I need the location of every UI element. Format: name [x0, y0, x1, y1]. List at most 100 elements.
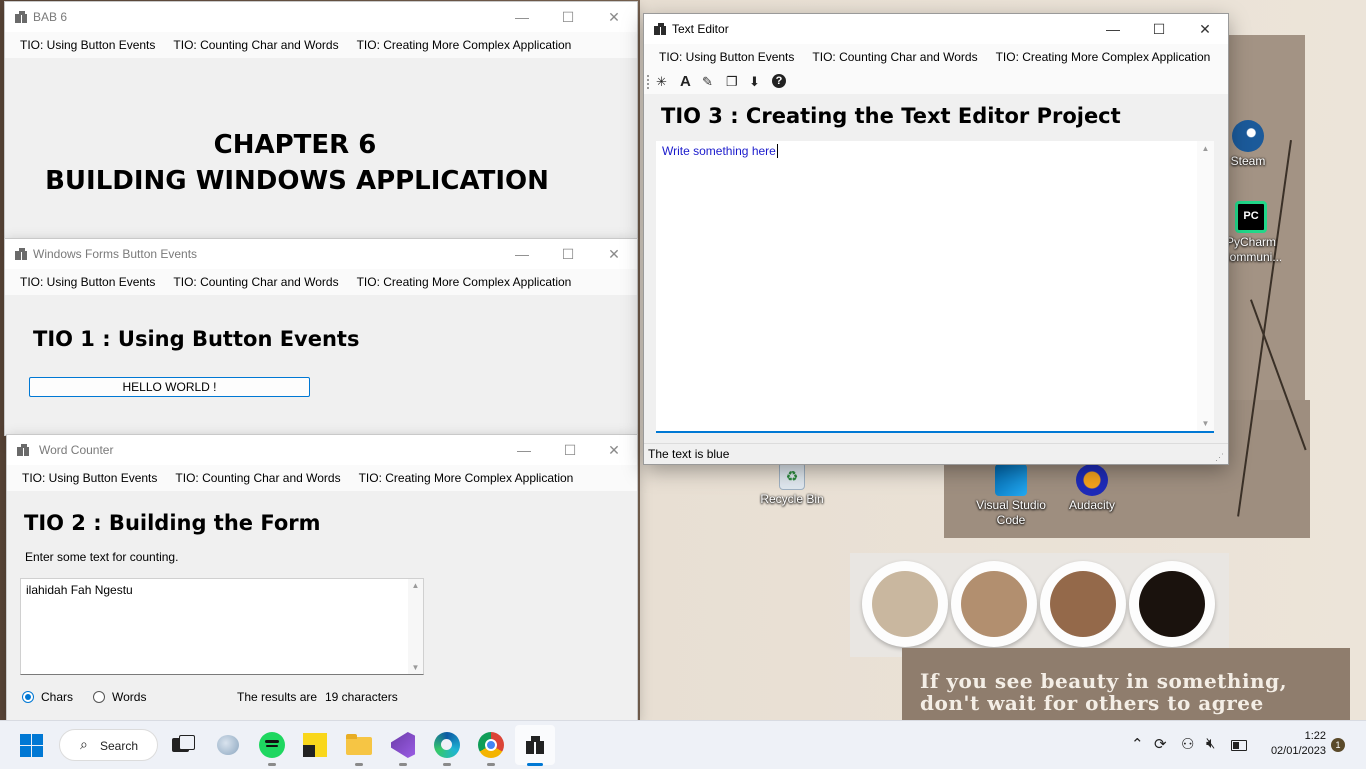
network-icon[interactable]: ⚇ — [1181, 735, 1194, 753]
visual-studio-icon[interactable] — [387, 729, 419, 761]
title-bar[interactable]: BAB 6 — ☐ ✕ — [5, 2, 637, 32]
clock[interactable]: 1:22 02/01/2023 — [1258, 729, 1326, 759]
menu-item-counting[interactable]: TIO: Counting Char and Words — [164, 275, 347, 289]
results-label: The results are — [237, 690, 318, 704]
tio3-heading: TIO 3 : Creating the Text Editor Project — [661, 104, 1121, 128]
desktop-icon-recycle-bin[interactable]: ♻ Recycle Bin — [754, 462, 830, 507]
clock-time: 1:22 — [1304, 730, 1326, 742]
volume-muted-icon[interactable]: 🔇︎ — [1206, 735, 1215, 752]
vertical-scrollbar[interactable]: ▲ ▼ — [1197, 141, 1214, 431]
chrome-icon[interactable] — [475, 729, 507, 761]
active-app-highlight[interactable] — [515, 725, 555, 766]
menu-item-button-events[interactable]: TIO: Using Button Events — [11, 38, 164, 52]
chevron-up-icon[interactable]: ⌃ — [1131, 735, 1144, 753]
notification-badge[interactable]: 1 — [1331, 738, 1345, 752]
running-indicator — [268, 763, 276, 766]
search-label: Search — [100, 739, 139, 753]
close-button[interactable]: ✕ — [591, 239, 637, 269]
chapter-heading-line2: BUILDING WINDOWS APPLICATION — [45, 166, 549, 196]
active-indicator — [527, 763, 543, 766]
title-bar[interactable]: Text Editor — ☐ ✕ — [644, 14, 1228, 44]
radio-words-indicator[interactable] — [93, 691, 105, 703]
menu-bar: TIO: Using Button Events TIO: Counting C… — [5, 32, 637, 58]
menu-item-complex-app[interactable]: TIO: Creating More Complex Application — [348, 38, 581, 52]
close-button[interactable]: ✕ — [1182, 14, 1228, 44]
window-title: Word Counter — [39, 443, 114, 457]
sticky-notes-icon[interactable] — [299, 729, 331, 761]
vscode-icon — [995, 464, 1027, 496]
minimize-button[interactable]: — — [499, 2, 545, 32]
desktop-icon-label: Audacity — [1068, 498, 1116, 512]
maximize-button[interactable]: ☐ — [545, 239, 591, 269]
menu-item-complex-app[interactable]: TIO: Creating More Complex Application — [987, 50, 1220, 64]
radio-chars-indicator[interactable] — [22, 691, 34, 703]
scroll-up-arrow-icon[interactable]: ▲ — [408, 581, 423, 590]
resize-grip-icon[interactable]: ⋰ — [1215, 452, 1225, 462]
desktop-icon-vscode[interactable]: Visual Studio Code — [972, 464, 1050, 528]
file-explorer-icon[interactable] — [343, 729, 375, 761]
help-icon[interactable]: ? — [772, 74, 786, 88]
hello-world-button[interactable]: HELLO WORLD ! — [29, 377, 310, 397]
maximize-button[interactable]: ☐ — [1136, 14, 1182, 44]
desktop-icon-label: PyCharm Communi... — [1221, 235, 1281, 264]
widgets-icon[interactable] — [213, 729, 245, 761]
start-windows-icon[interactable] — [20, 734, 44, 758]
toolbar-grip[interactable] — [647, 75, 651, 89]
maximize-button[interactable]: ☐ — [547, 435, 593, 465]
menu-bar: TIO: Using Button Events TIO: Counting C… — [7, 465, 637, 491]
steam-icon — [1232, 120, 1264, 152]
download-icon[interactable]: ⬇ — [749, 74, 763, 90]
close-button[interactable]: ✕ — [591, 435, 637, 465]
spotify-icon[interactable] — [256, 729, 288, 761]
tio2-heading: TIO 2 : Building the Form — [24, 511, 321, 535]
count-text-value: ilahidah Fah Ngestu — [26, 583, 133, 597]
sync-icon[interactable]: ⟳ — [1154, 735, 1167, 753]
minimize-button[interactable]: — — [499, 239, 545, 269]
menu-item-button-events[interactable]: TIO: Using Button Events — [11, 275, 164, 289]
battery-icon[interactable] — [1231, 740, 1247, 751]
menu-item-counting[interactable]: TIO: Counting Char and Words — [803, 50, 986, 64]
running-indicator — [487, 763, 495, 766]
results-value: 19 characters — [325, 690, 398, 704]
app-window-icon — [17, 444, 29, 456]
close-button[interactable]: ✕ — [591, 2, 637, 32]
menu-item-complex-app[interactable]: TIO: Creating More Complex Application — [350, 471, 583, 485]
edge-icon[interactable] — [431, 729, 463, 761]
title-bar[interactable]: Word Counter — ☐ ✕ — [7, 435, 637, 465]
copy-format-icon[interactable]: ❐ — [726, 74, 740, 90]
new-file-icon[interactable]: ✳ — [656, 74, 670, 90]
menu-item-counting[interactable]: TIO: Counting Char and Words — [166, 471, 349, 485]
window-button-events: Windows Forms Button Events — ☐ ✕ TIO: U… — [5, 239, 637, 435]
scroll-down-arrow-icon[interactable]: ▼ — [1197, 419, 1214, 428]
audacity-icon — [1076, 464, 1108, 496]
color-picker-icon[interactable]: ✎ — [702, 74, 716, 90]
editor-text-area[interactable]: Write something here ▲ ▼ — [656, 141, 1214, 433]
minimize-button[interactable]: — — [1090, 14, 1136, 44]
maximize-button[interactable]: ☐ — [545, 2, 591, 32]
status-text: The text is blue — [648, 447, 730, 461]
menu-item-counting[interactable]: TIO: Counting Char and Words — [164, 38, 347, 52]
scroll-up-arrow-icon[interactable]: ▲ — [1197, 144, 1214, 153]
taskbar-search[interactable]: ⌕ Search — [59, 729, 158, 761]
count-text-area[interactable]: ilahidah Fah Ngestu ▲ ▼ — [20, 578, 424, 675]
font-icon[interactable]: A — [680, 74, 694, 90]
winforms-app-icon — [526, 736, 544, 754]
running-indicator — [355, 763, 363, 766]
window-text-editor: Text Editor — ☐ ✕ TIO: Using Button Even… — [644, 14, 1228, 464]
window-word-counter: Word Counter — ☐ ✕ TIO: Using Button Eve… — [7, 435, 637, 720]
menu-item-button-events[interactable]: TIO: Using Button Events — [650, 50, 803, 64]
minimize-button[interactable]: — — [501, 435, 547, 465]
menu-bar: TIO: Using Button Events TIO: Counting C… — [644, 44, 1228, 70]
menu-item-button-events[interactable]: TIO: Using Button Events — [13, 471, 166, 485]
task-view-icon[interactable] — [169, 729, 201, 761]
radio-chars-label: Chars — [41, 690, 74, 704]
scroll-down-arrow-icon[interactable]: ▼ — [408, 663, 423, 672]
title-bar[interactable]: Windows Forms Button Events — ☐ ✕ — [5, 239, 637, 269]
desktop-icon-audacity[interactable]: Audacity — [1054, 464, 1130, 513]
menu-item-complex-app[interactable]: TIO: Creating More Complex Application — [348, 275, 581, 289]
vertical-scrollbar[interactable]: ▲ ▼ — [408, 579, 423, 674]
window-title: Windows Forms Button Events — [33, 247, 198, 261]
clock-date: 02/01/2023 — [1270, 745, 1326, 757]
window-bab6: BAB 6 — ☐ ✕ TIO: Using Button Events TIO… — [5, 2, 637, 238]
running-indicator — [443, 763, 451, 766]
